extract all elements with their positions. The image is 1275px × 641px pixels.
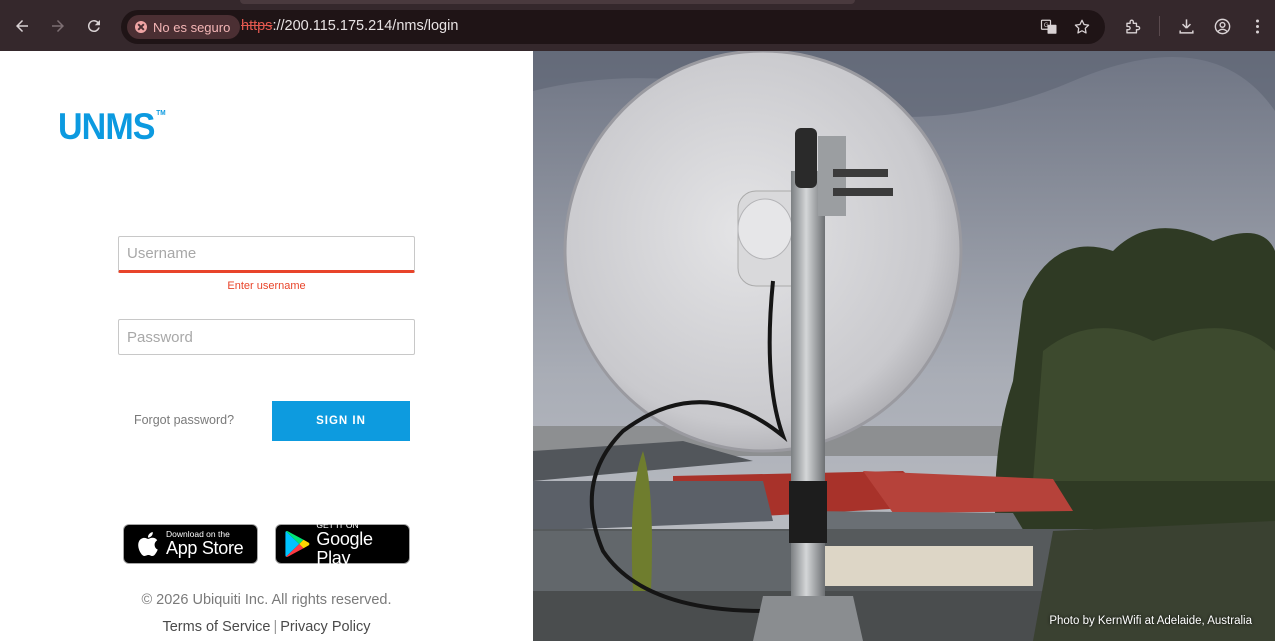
google-play-name: Google Play	[316, 528, 373, 568]
app-store-name: App Store	[166, 538, 244, 558]
translate-icon: G	[1040, 19, 1057, 34]
dish-antenna-illustration	[533, 51, 1275, 641]
star-icon	[1074, 19, 1090, 34]
forgot-password-link[interactable]: Forgot password?	[118, 413, 250, 427]
google-play-badge[interactable]: GET IT ON Google Play	[275, 520, 410, 567]
puzzle-icon	[1125, 19, 1140, 34]
login-panel: UNMSTM Enter username Forgot password? S…	[0, 51, 533, 641]
footer-separator: |	[273, 619, 278, 635]
photo-credit: Photo by KernWifi at Adelaide, Australia	[1049, 615, 1252, 627]
sign-in-button[interactable]: SIGN IN	[272, 401, 410, 441]
unms-logo: UNMS TM	[58, 106, 166, 148]
username-input[interactable]	[118, 236, 415, 273]
copyright-text: © 2026 Ubiquiti Inc. All rights reserved…	[141, 592, 392, 608]
footer-links: Terms of Service | Privacy Policy	[0, 619, 533, 635]
url-path: ://200.115.175.214/nms/login	[272, 18, 459, 34]
not-secure-icon	[135, 21, 147, 33]
url-text[interactable]: https://200.115.175.214/nms/login	[241, 18, 458, 34]
arrow-left-icon	[16, 20, 28, 32]
not-secure-chip[interactable]: No es seguro	[127, 15, 241, 39]
address-bar[interactable]: No es seguro https://200.115.175.214/nms…	[121, 10, 1105, 44]
arrow-right-icon	[52, 20, 64, 32]
app-store-text: Download on the App Store	[166, 530, 244, 558]
profile-button[interactable]	[1211, 15, 1233, 37]
username-error-message: Enter username	[227, 280, 306, 292]
google-play-icon	[285, 531, 310, 557]
app-store-badge[interactable]: Download on the App Store	[123, 524, 258, 564]
reload-button[interactable]	[81, 13, 107, 39]
google-play-text: GET IT ON Google Play	[316, 520, 409, 568]
privacy-policy-link[interactable]: Privacy Policy	[280, 619, 370, 635]
logo-trademark: TM	[156, 110, 166, 117]
terms-of-service-link[interactable]: Terms of Service	[162, 619, 270, 635]
background-photo: Photo by KernWifi at Adelaide, Australia	[533, 51, 1275, 641]
translate-button[interactable]: G	[1039, 17, 1059, 37]
password-input[interactable]	[118, 319, 415, 355]
more-vertical-icon	[1255, 18, 1259, 34]
reload-icon	[87, 20, 100, 33]
forward-button[interactable]	[45, 13, 71, 39]
url-scheme: https	[241, 18, 273, 34]
toolbar-divider	[1159, 16, 1160, 36]
apple-icon	[138, 532, 158, 557]
menu-button[interactable]	[1246, 15, 1268, 37]
downloads-button[interactable]	[1175, 15, 1197, 37]
not-secure-label: No es seguro	[153, 19, 231, 35]
account-icon	[1214, 18, 1230, 34]
back-button[interactable]	[9, 13, 35, 39]
tab-strip-edge	[240, 0, 855, 4]
extensions-button[interactable]	[1121, 15, 1143, 37]
browser-toolbar: No es seguro https://200.115.175.214/nms…	[0, 0, 1275, 51]
svg-text:G: G	[1044, 22, 1049, 29]
download-icon	[1178, 18, 1194, 34]
bookmark-button[interactable]	[1072, 17, 1092, 37]
logo-text: UNMS	[58, 106, 155, 147]
